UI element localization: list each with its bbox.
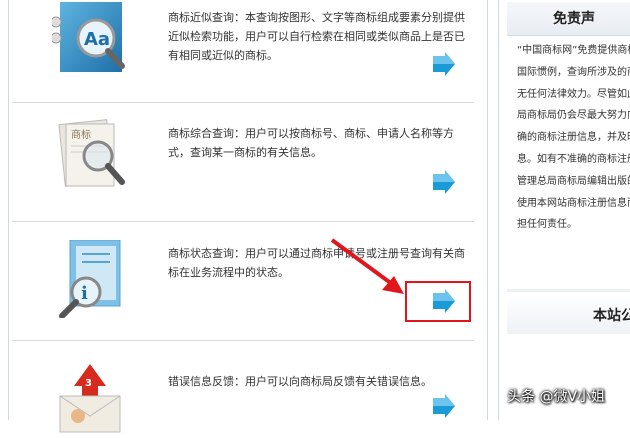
highlight-box	[405, 281, 471, 322]
panel-border-left	[8, 0, 9, 420]
svg-text:3: 3	[85, 378, 92, 389]
svg-text:商标: 商标	[71, 128, 91, 141]
service-error-feedback-desc: 错误信息反馈：用户可以向商标局反馈有关错误信息。	[168, 375, 432, 388]
announcement-heading: 本站公	[507, 292, 630, 334]
go-arrow-button[interactable]	[431, 52, 457, 76]
disclaimer-line: 局商标局仍会尽最大努力向	[517, 110, 630, 122]
row-divider	[12, 340, 474, 341]
disclaimer-line: 息。如有不准确的商标注册	[517, 153, 630, 165]
watermark-text: 头条 @微V小姐	[507, 389, 606, 405]
row-divider	[12, 102, 474, 103]
service-status-search-desc: 商标状态查询：用户可以通过商标申请号或注册号查询有关商标在业务流程中的状态。	[168, 247, 465, 279]
svg-text:Aa: Aa	[84, 29, 110, 50]
disclaimer-line: 无任何法律效力。尽管如此	[517, 88, 630, 100]
disclaimer-heading: 免责声	[507, 2, 630, 36]
disclaimer-line: 担任何责任。	[517, 219, 577, 231]
disclaimer-text: “中国商标网”免费提供商标 国际惯例，查询所涉及的商标 无任何法律效力。尽管如此…	[517, 40, 630, 236]
error-feedback-icon[interactable]: 3	[52, 356, 130, 434]
status-search-icon[interactable]: i	[52, 239, 130, 319]
disclaimer-line: 国际惯例，查询所涉及的商标	[517, 66, 630, 78]
panel-border-right	[487, 0, 488, 420]
service-comprehensive-search-desc: 商标综合查询：用户可以按商标号、商标、申请人名称等方式，查询某一商标的有关信息。	[168, 127, 454, 159]
disclaimer-line: 使用本网站商标注册信息而	[517, 197, 630, 209]
go-arrow-button[interactable]	[431, 170, 457, 194]
disclaimer-line: 确的商标注册信息，并及时	[517, 132, 630, 144]
row-divider	[12, 221, 474, 222]
go-arrow-button[interactable]	[431, 394, 457, 418]
svg-text:i: i	[81, 283, 88, 304]
similar-search-icon[interactable]: Aa	[50, 2, 130, 80]
disclaimer-line: 管理总局商标局编辑出版的	[517, 175, 630, 187]
service-similar-search-desc: 商标近似查询：本查询按图形、文字等商标组成要素分别提供近似检索功能，用户可以自行…	[168, 11, 465, 62]
comprehensive-search-icon[interactable]: 商标	[52, 118, 130, 196]
red-pointer-arrow-icon	[330, 238, 410, 300]
disclaimer-line: “中国商标网”免费提供商标	[517, 45, 630, 56]
